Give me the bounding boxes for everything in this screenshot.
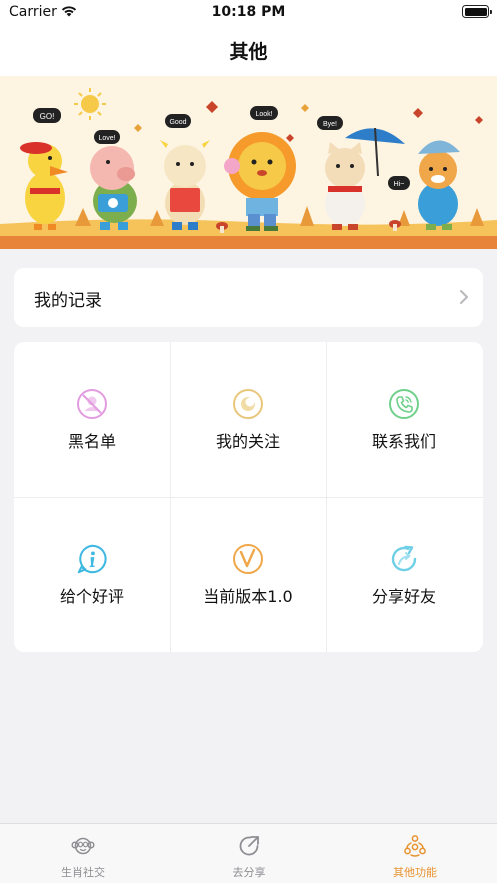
svg-text:Hi~: Hi~	[394, 181, 405, 188]
rate-app-label: 给个好评	[59, 587, 124, 606]
svg-text:Love!: Love!	[98, 135, 115, 142]
my-records-label: 我的记录	[34, 291, 102, 311]
share-icon	[391, 545, 417, 572]
my-follows-label: 我的关注	[215, 432, 280, 451]
tab-zodiac-social-label: 生肖社交	[61, 866, 105, 879]
feature-grid: 黑名单 我的关注 联系我们 给个好评 当前版本1.0 分享好友	[14, 342, 483, 652]
current-version-label: 当前版本1.0	[203, 587, 293, 606]
phone-icon	[389, 389, 419, 419]
share-friends-label: 分享好友	[371, 587, 436, 606]
follow-icon	[233, 389, 263, 419]
info-bubble-icon	[77, 544, 107, 574]
battery-icon	[462, 5, 492, 18]
speech-bubble: Hi~	[388, 176, 410, 190]
speech-bubble: Love!	[94, 130, 120, 144]
share-friends-button[interactable]: 分享好友	[326, 497, 482, 652]
tab-go-share-label: 去分享	[232, 866, 266, 879]
navigation-bar: 其他	[0, 26, 497, 76]
banner-illustration: GO! Love! Good Look! Bye! Hi~	[0, 76, 497, 249]
rate-app-button[interactable]: 给个好评	[14, 497, 170, 652]
svg-text:GO!: GO!	[40, 112, 55, 121]
my-records-row[interactable]: 我的记录	[14, 268, 483, 327]
page-title: 其他	[229, 41, 268, 63]
speech-bubble: Good	[165, 114, 191, 128]
zodiac-animals-banner: GO! Love! Good Look! Bye! Hi~	[0, 76, 497, 249]
blacklist-label: 黑名单	[67, 432, 116, 451]
svg-text:Good: Good	[169, 119, 186, 126]
svg-text:Look!: Look!	[255, 111, 272, 118]
monkey-icon	[71, 837, 95, 855]
tab-bar: 生肖社交 去分享 其他功能	[0, 823, 497, 883]
tab-other-features[interactable]: 其他功能	[332, 824, 497, 883]
current-version-button[interactable]: 当前版本1.0	[170, 497, 326, 652]
tab-other-features-label: 其他功能	[393, 866, 437, 879]
contact-us-label: 联系我们	[371, 432, 436, 451]
blacklist-button[interactable]: 黑名单	[14, 342, 170, 497]
speech-bubble: Look!	[250, 106, 278, 120]
zodiac-people-icon	[404, 835, 426, 857]
cat-character	[325, 142, 365, 230]
speech-bubble: GO!	[33, 108, 61, 123]
speech-bubble: Bye!	[317, 116, 343, 130]
status-time: 10:18 PM	[211, 4, 286, 20]
share-arrow-icon	[239, 836, 259, 856]
status-bar: Carrier 10:18 PM	[0, 0, 497, 26]
chevron-right-icon	[460, 290, 468, 304]
tab-zodiac-social[interactable]: 生肖社交	[0, 824, 166, 883]
version-icon	[233, 544, 263, 574]
tab-go-share[interactable]: 去分享	[166, 824, 332, 883]
contact-us-button[interactable]: 联系我们	[326, 342, 482, 497]
svg-text:Bye!: Bye!	[323, 121, 337, 128]
blacklist-icon	[77, 389, 107, 419]
my-follows-button[interactable]: 我的关注	[170, 342, 326, 497]
